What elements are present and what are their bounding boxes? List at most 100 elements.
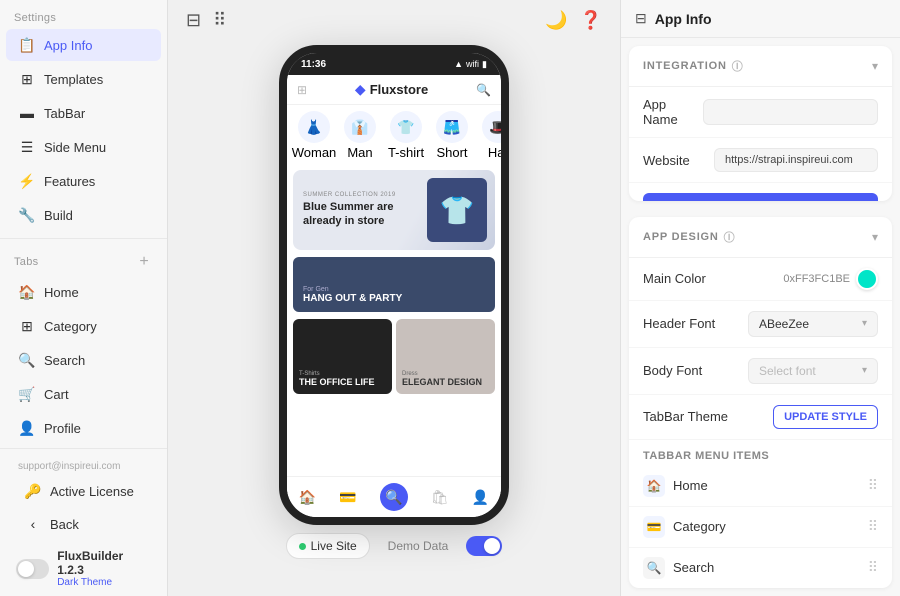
right-topbar: ⊟ App Info [621,0,900,38]
cat-label: Hat [488,145,501,160]
help-icon[interactable]: ❓ [580,10,602,31]
phone-cat-woman[interactable]: 👗 Woman [295,111,333,160]
phone-banner-main[interactable]: SUMMER COLLECTION 2019 Blue Summer are a… [293,170,495,250]
phone-cat-hat[interactable]: 🎩 Hat [479,111,501,160]
app-name-input[interactable] [703,99,878,125]
app-design-chevron-icon[interactable]: ▾ [872,230,878,244]
sidebar-tab-category[interactable]: ⊞ Category [6,310,161,342]
center-bottom-bar: Live Site Demo Data [286,533,503,559]
tabs-header: Tabs + [0,245,167,275]
phone-tab-search-btn[interactable]: 🔍 [380,483,408,511]
sidebar-item-templates[interactable]: ⊞ Templates [6,63,161,95]
phone-tab-category[interactable]: 💳 [339,489,356,506]
center-preview: ⊟ ⠿ 🌙 ❓ 11:36 ▲ wifi ▮ ⊞ ◆ Fluxstore 🔍 [168,0,620,596]
banner-tag: SUMMER COLLECTION 2019 [303,192,427,198]
sidebar-tab-search[interactable]: 🔍 Search [6,344,161,376]
banner2-tag: For Gen [303,286,485,293]
phone-categories: 👗 Woman 👔 Man 👕 T-shirt 🩳 Short 🎩 [287,105,501,166]
menu-home-label: Home [673,478,708,493]
app-design-section: APP DESIGN ⓘ ▾ Main Color 0xFF3FC1BE Hea… [629,217,892,588]
tabbar-menu-items-label: TabBar Menu Items [629,440,892,466]
sidebar-item-app-info[interactable]: 📋 App Info [6,29,161,61]
moon-icon[interactable]: 🌙 [545,10,567,31]
phone-logo-text: Fluxstore [370,82,429,97]
body-font-value: Select font [759,364,816,378]
sidebar-item-features[interactable]: ⚡ Features [6,165,161,197]
sidebar-item-label: Features [44,174,95,189]
phone-banner-3[interactable]: T-Shirts THE OFFICE LIFE [293,319,392,394]
topbar-right-icons: 🌙 ❓ [545,10,602,31]
drag-handle-category[interactable]: ⠿ [868,518,878,535]
tabbar-theme-row: TabBar Theme UPDATE STYLE [629,395,892,440]
profile-icon: 👤 [18,419,36,437]
phone-cat-man[interactable]: 👔 Man [341,111,379,160]
templates-icon: ⊞ [18,70,36,88]
sidebar-toggle-icon[interactable]: ⊟ [186,10,201,31]
header-font-arrow-icon: ▾ [862,318,867,329]
drag-handle-search[interactable]: ⠿ [868,559,878,576]
header-font-field: Header Font ABeeZee ▾ [629,301,892,348]
woman-icon: 👗 [298,111,330,143]
right-panel-title: App Info [655,11,712,27]
update-style-button[interactable]: UPDATE STYLE [773,405,878,429]
phone-tabbar: 🏠 💳 🔍 🛍 👤 [287,476,501,517]
sidebar-tab-profile[interactable]: 👤 Profile [6,412,161,444]
demo-data-button[interactable]: Demo Data [380,534,457,558]
builder-wizard-button[interactable]: ◆ BUILDER WIZARD [643,193,878,201]
phone-header: ⊞ ◆ Fluxstore 🔍 [287,75,501,105]
theme-toggle[interactable] [16,559,49,579]
build-icon: 🔧 [18,206,36,224]
integration-chevron-icon[interactable]: ▾ [872,59,878,73]
header-font-select[interactable]: ABeeZee ▾ [748,311,878,337]
phone-tab-cart[interactable]: 🛍 [431,489,449,506]
live-site-button[interactable]: Live Site [286,533,370,559]
body-font-arrow-icon: ▾ [862,365,867,376]
sidebar-item-side-menu[interactable]: ☰ Side Menu [6,131,161,163]
banner-image: 👕 [427,178,487,242]
banner4-title: ELEGANT DESIGN [402,377,489,388]
sidebar-tab-cart[interactable]: 🛒 Cart [6,378,161,410]
sidebar: Settings 📋 App Info ⊞ Templates ▬ TabBar… [0,0,168,596]
menu-item-left-category: 💳 Category [643,516,726,538]
cart-icon: 🛒 [18,385,36,403]
phone-tab-profile[interactable]: 👤 [472,489,489,506]
phone-banner-4[interactable]: Dress ELEGANT DESIGN [396,319,495,394]
sidebar-item-tabbar[interactable]: ▬ TabBar [6,97,161,129]
phone-cat-tshirt[interactable]: 👕 T-shirt [387,111,425,160]
license-icon: 🔑 [24,482,42,500]
category-icon: ⊞ [18,317,36,335]
search-icon: 🔍 [18,351,36,369]
body-font-select[interactable]: Select font ▾ [748,358,878,384]
banner-title: Blue Summer are already in store [303,200,427,229]
header-font-label: Header Font [643,316,715,331]
phone-banner-2[interactable]: For Gen HANG OUT & PARTY [293,257,495,312]
drag-handle-home[interactable]: ⠿ [868,477,878,494]
app-name-wrap: FluxBuilder 1.2.3 Dark Theme [57,549,151,588]
grid-icon[interactable]: ⠿ [213,10,226,31]
app-info-icon: 📋 [18,36,36,54]
back-button[interactable]: ‹ Back [12,508,155,540]
sidebar-item-build[interactable]: 🔧 Build [6,199,161,231]
phone-search-icon: 🔍 [476,83,491,97]
active-license-label: Active License [50,484,134,499]
add-tab-button[interactable]: + [135,253,153,271]
app-design-header: APP DESIGN ⓘ ▾ [629,217,892,258]
live-dot-icon [299,543,306,550]
main-color-field: Main Color 0xFF3FC1BE [629,258,892,301]
sidebar-item-label: Build [44,208,73,223]
phone-grid-icon: ⊞ [297,83,307,97]
color-swatch[interactable] [856,268,878,290]
app-name-field-label: App Name [643,97,703,127]
app-theme: Dark Theme [57,577,151,588]
phone-tab-home[interactable]: 🏠 [299,489,316,506]
sidebar-tab-home[interactable]: 🏠 Home [6,276,161,308]
theme-toggle-wrap: FluxBuilder 1.2.3 Dark Theme [6,541,161,592]
sidebar-item-label: Templates [44,72,103,87]
tshirt-icon: 👕 [390,111,422,143]
active-license-button[interactable]: 🔑 Active License [12,475,155,507]
toggle-slider-thumb [484,538,500,554]
live-demo-toggle[interactable] [466,536,502,556]
phone-cat-short[interactable]: 🩳 Short [433,111,471,160]
cat-label: Woman [292,145,337,160]
website-input[interactable] [714,148,878,172]
